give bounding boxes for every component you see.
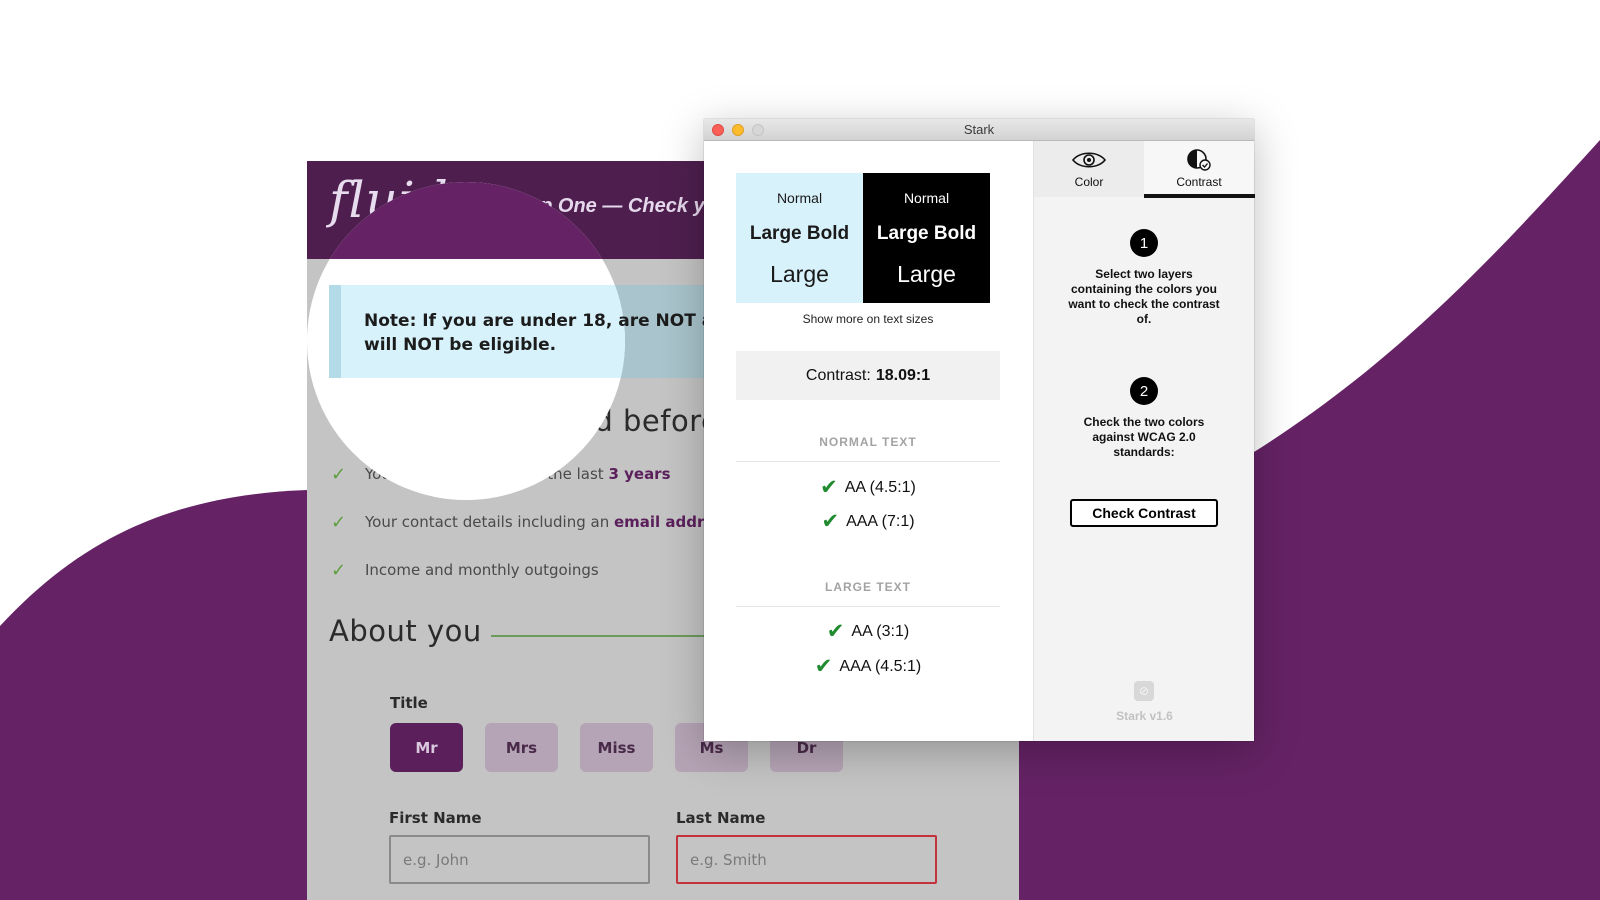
version-label: Stark v1.6 — [1116, 709, 1173, 723]
sample-large-bold-text: Large Bold — [749, 223, 850, 244]
title-option-miss[interactable]: Miss — [580, 723, 653, 772]
checkmark-icon: ✔ — [820, 476, 838, 499]
sample-large-text: Large — [897, 261, 956, 287]
side-panel: Color Contrast 1 Select two layers conta… — [1033, 141, 1255, 741]
result-row: ✔ AAA (7:1) — [736, 509, 1000, 534]
check-icon: ✓ — [331, 511, 347, 532]
checklist-item: ✓ Income and monthly outgoings — [331, 558, 599, 582]
result-row: ✔ AA (4.5:1) — [736, 475, 1000, 500]
stark-logo-icon: ⊘ — [1134, 681, 1154, 701]
check-icon: ✓ — [331, 463, 347, 484]
contrast-ratio-box: Contrast: 18.09:1 — [736, 351, 1000, 400]
tab-contrast[interactable]: Contrast — [1144, 141, 1254, 197]
tab-color[interactable]: Color — [1034, 141, 1144, 197]
large-text-heading: LARGE TEXT — [824, 580, 911, 594]
sample-large-text: Large — [770, 261, 829, 287]
eye-icon — [1071, 152, 1107, 168]
contrast-label: Contrast: — [805, 366, 871, 384]
checkmark-icon: ✔ — [821, 510, 840, 533]
step-one-badge: 1 — [1130, 229, 1158, 257]
checklist-text: Income and monthly outgoings — [365, 561, 599, 579]
check-contrast-button[interactable]: Check Contrast — [1070, 499, 1218, 527]
active-tab-indicator — [1144, 194, 1255, 198]
checklist-item: ✓ Your contact details including an emai… — [331, 510, 724, 534]
contrast-icon — [1187, 149, 1211, 171]
title-option-mr[interactable]: Mr — [390, 723, 463, 772]
title-label: Title — [390, 694, 428, 712]
about-you-title: About you — [329, 614, 482, 648]
show-more-text-sizes-link[interactable]: Show more on text sizes — [736, 312, 1000, 326]
result-row: ✔ AA (3:1) — [736, 619, 1000, 644]
normal-text-heading: NORMAL TEXT — [819, 435, 917, 449]
checkmark-icon: ✔ — [826, 620, 845, 643]
text-sample-dark: Normal Large Bold Large — [863, 173, 990, 303]
title-option-mrs[interactable]: Mrs — [485, 723, 558, 772]
step-one-text: Select two layers containing the colors … — [1068, 267, 1220, 326]
result-label: AA (3:1) — [851, 622, 910, 640]
first-name-label: First Name — [389, 809, 482, 827]
left-purple-wave — [0, 490, 307, 900]
result-row: ✔ AAA (4.5:1) — [736, 654, 1000, 679]
stark-window: Stark Normal Large Bold Large Normal Lar… — [704, 119, 1255, 741]
tab-color-label: Color — [1074, 175, 1104, 189]
checkmark-icon: ✔ — [814, 655, 833, 678]
magnified-header — [307, 182, 625, 259]
result-label: AA (4.5:1) — [844, 478, 916, 496]
last-name-field[interactable]: e.g. Smith — [676, 835, 937, 884]
step-two-text: Check the two colors against WCAG 2.0 st… — [1083, 415, 1205, 459]
result-label: AAA (7:1) — [846, 512, 915, 530]
divider — [736, 606, 1000, 607]
step-two-badge: 2 — [1130, 377, 1158, 405]
sample-large-bold-text: Large Bold — [876, 223, 977, 244]
contrast-value: 18.09:1 — [875, 366, 931, 384]
tab-contrast-label: Contrast — [1176, 175, 1222, 189]
check-icon: ✓ — [331, 559, 347, 580]
last-name-label: Last Name — [676, 809, 766, 827]
sample-normal-text: Normal — [903, 190, 950, 206]
first-name-field[interactable]: e.g. John — [389, 835, 650, 884]
checklist-highlight: 3 years — [608, 465, 671, 483]
window-title: Stark — [963, 122, 995, 137]
checklist-text: Your contact details including an — [365, 513, 614, 531]
sample-normal-text: Normal — [776, 190, 823, 206]
divider — [736, 461, 1000, 462]
text-sample-light: Normal Large Bold Large — [736, 173, 863, 303]
result-label: AAA (4.5:1) — [839, 657, 922, 675]
titlebar: Stark — [704, 119, 1254, 141]
